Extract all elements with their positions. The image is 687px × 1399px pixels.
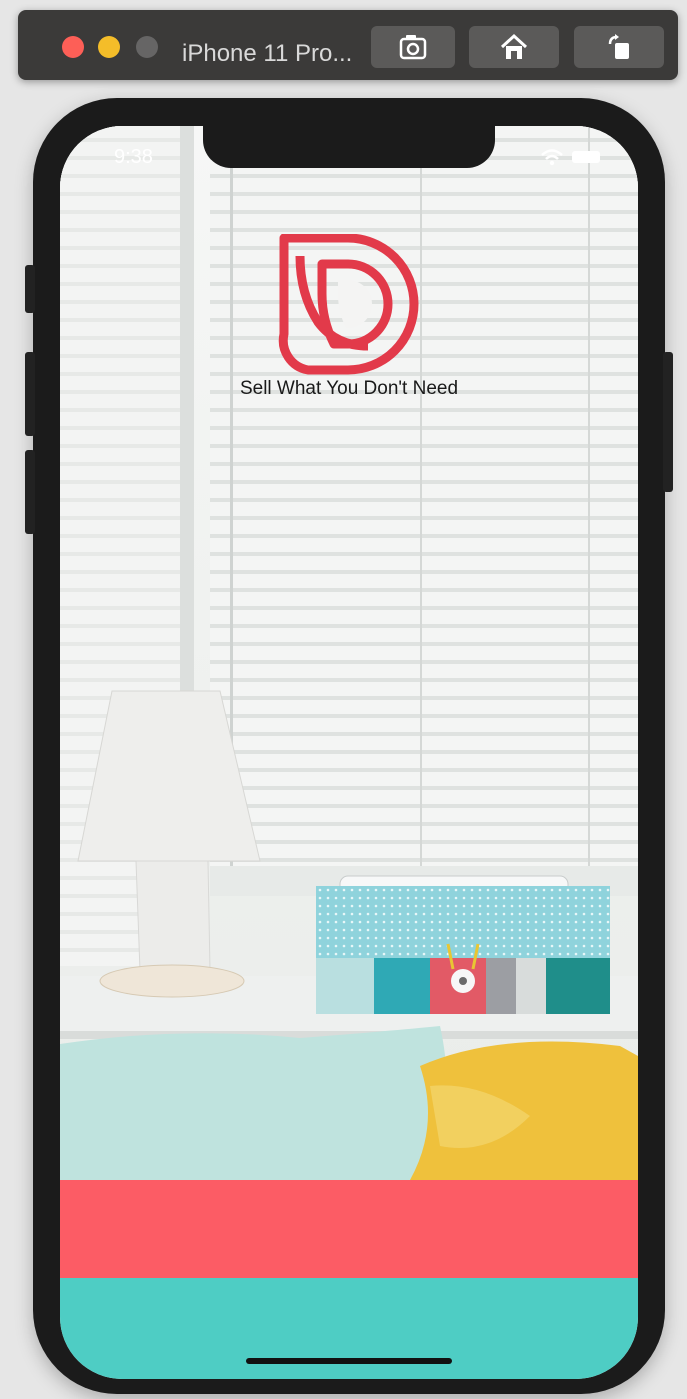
rotate-button[interactable] bbox=[574, 26, 664, 68]
app-tagline: Sell What You Don't Need bbox=[239, 378, 459, 399]
device-notch bbox=[203, 126, 495, 168]
status-icons bbox=[540, 148, 602, 166]
screenshot-button[interactable] bbox=[371, 26, 455, 68]
rotate-icon bbox=[608, 34, 629, 59]
simulator-toolbar: iPhone 11 Pro... bbox=[18, 10, 678, 80]
wifi-icon bbox=[541, 149, 563, 166]
device-mute-switch bbox=[25, 265, 35, 313]
d-logo-icon bbox=[278, 233, 419, 375]
device-volume-down bbox=[25, 450, 35, 534]
battery-icon bbox=[572, 151, 600, 163]
home-indicator bbox=[246, 1358, 452, 1364]
app-logo bbox=[60, 233, 638, 381]
window-close-button[interactable] bbox=[62, 36, 84, 58]
home-button[interactable] bbox=[469, 26, 559, 68]
status-time: 9:38 bbox=[114, 146, 153, 168]
app-screen: 9:38 Sell What You Don't Need bbox=[60, 126, 638, 1379]
simulator-title: iPhone 11 Pro... bbox=[182, 40, 353, 67]
screenshot-icon bbox=[399, 35, 427, 60]
window-maximize-button[interactable] bbox=[136, 36, 158, 58]
home-icon bbox=[500, 33, 528, 59]
device-volume-up bbox=[25, 352, 35, 436]
window-minimize-button[interactable] bbox=[98, 36, 120, 58]
device-power-button bbox=[663, 352, 673, 492]
primary-action-button[interactable] bbox=[60, 1180, 638, 1278]
